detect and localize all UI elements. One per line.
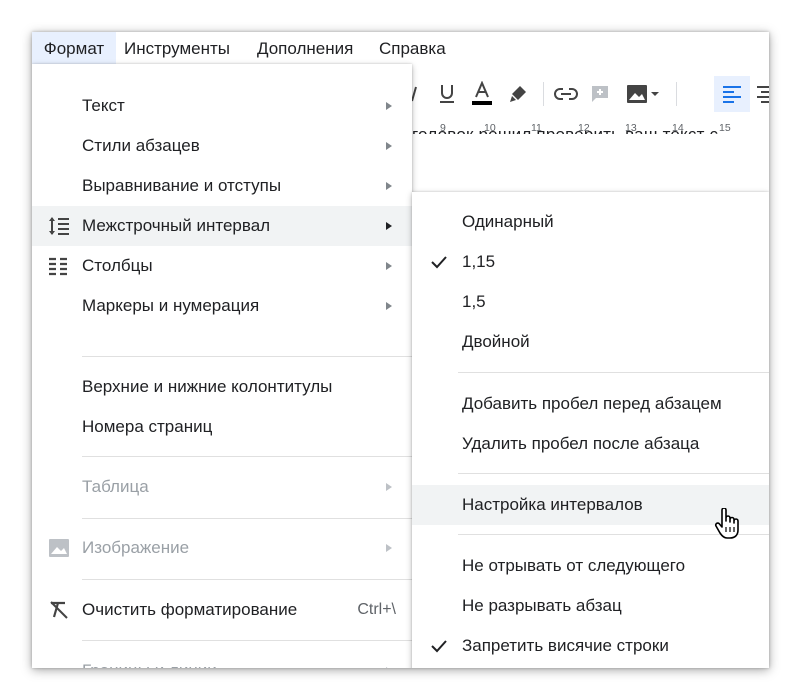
menu-item-label: Одинарный (462, 212, 554, 231)
toolbar (411, 76, 769, 112)
menu-item-label: Стили абзацев (82, 136, 200, 155)
menu-item-text[interactable]: Текст (32, 86, 412, 126)
ruler-tick: 15 (719, 122, 731, 134)
menu-item-label: Выравнивание и отступы (82, 176, 282, 195)
menu-item-label: 1,15 (462, 252, 496, 271)
clear-formatting-icon (48, 600, 70, 620)
menu-item-label: Текст (82, 96, 125, 115)
submenu-arrow-icon (386, 667, 392, 668)
text-color-icon[interactable] (466, 76, 498, 112)
menu-item-label: Очистить форматирование (82, 600, 298, 619)
menu-item-label: Не отрывать от следующего (462, 556, 686, 575)
menu-item-table: Таблица (32, 467, 412, 507)
shortcut-label: Ctrl+\ (357, 601, 396, 618)
menu-item-label: Границы и линии (82, 651, 217, 668)
menu-item-label: Маркеры и нумерация (82, 296, 260, 315)
menu-separator (82, 579, 412, 580)
menu-addons[interactable]: Дополнения (257, 32, 353, 64)
align-center-icon[interactable] (750, 76, 769, 112)
hand-pointer-cursor-icon (714, 507, 740, 540)
menu-item-label: Верхние и нижние колонтитулы (82, 377, 333, 396)
columns-icon (48, 256, 70, 276)
spacing-option-double[interactable]: Двойной (412, 322, 769, 362)
submenu-arrow-icon (386, 302, 392, 310)
menu-item-page-numbers[interactable]: Номера страниц (32, 407, 412, 447)
menu-separator (458, 473, 769, 474)
docs-window: Формат Инструменты Дополнения Справка 9 … (32, 32, 769, 668)
menu-separator (82, 456, 412, 457)
menu-separator (458, 372, 769, 373)
menu-item-label: Добавить пробел перед абзацем (462, 394, 722, 413)
menu-item-label: Двойной (462, 332, 530, 351)
spacing-option-1-15[interactable]: 1,15 (412, 242, 769, 282)
menu-item-label: Таблица (82, 477, 149, 496)
menu-item-clear-formatting[interactable]: Очистить форматирование Ctrl+\ (32, 590, 412, 630)
menu-item-label: Не разрывать абзац (462, 596, 622, 615)
submenu-arrow-icon (386, 483, 392, 491)
line-spacing-submenu: Одинарный 1,15 1,5 Двойной Добавить проб… (412, 192, 769, 668)
underline-icon[interactable] (432, 76, 462, 112)
spacing-option-1-5[interactable]: 1,5 (412, 282, 769, 322)
submenu-arrow-icon (386, 102, 392, 110)
menu-separator (82, 518, 412, 519)
checkmark-icon (430, 638, 448, 654)
highlight-pen-icon[interactable] (502, 76, 534, 112)
menu-tools[interactable]: Инструменты (124, 32, 230, 64)
menu-item-label: Изображение (82, 538, 190, 557)
menu-item-label: Настройка интервалов (462, 495, 643, 514)
add-comment-icon[interactable] (586, 76, 614, 112)
menu-item-line-spacing[interactable]: Межстрочный интервал (32, 206, 412, 246)
prevent-widow-lines-option[interactable]: Запретить висячие строки (412, 626, 769, 666)
menu-item-label: Запретить висячие строки (462, 636, 669, 655)
menu-item-image: Изображение (32, 528, 412, 568)
image-icon (48, 538, 70, 558)
add-space-before-paragraph[interactable]: Добавить пробел перед абзацем (412, 384, 769, 424)
checkmark-icon (430, 254, 448, 270)
menu-item-label: Удалить пробел после абзаца (462, 434, 700, 453)
menu-item-label: Номера страниц (82, 417, 213, 436)
submenu-arrow-icon (386, 182, 392, 190)
remove-space-after-paragraph[interactable]: Удалить пробел после абзаца (412, 424, 769, 464)
submenu-arrow-icon (386, 544, 392, 552)
menu-item-label: Межстрочный интервал (82, 216, 271, 235)
keep-with-next-option[interactable]: Не отрывать от следующего (412, 546, 769, 586)
submenu-arrow-icon (386, 222, 392, 230)
menu-format[interactable]: Формат (32, 32, 116, 64)
keep-lines-together-option[interactable]: Не разрывать абзац (412, 586, 769, 626)
link-icon[interactable] (548, 76, 584, 112)
menu-item-align-indent[interactable]: Выравнивание и отступы (32, 166, 412, 206)
menu-help[interactable]: Справка (379, 32, 446, 64)
toolbar-divider (676, 82, 677, 106)
menu-item-label: Столбцы (82, 256, 153, 275)
format-menu: Текст Стили абзацев Выравнивание и отсту… (32, 64, 412, 668)
toolbar-divider (543, 82, 544, 106)
insert-image-icon[interactable] (622, 76, 664, 112)
menu-separator (82, 356, 412, 357)
menu-item-borders-lines: Границы и линии (32, 651, 412, 668)
submenu-arrow-icon (386, 262, 392, 270)
line-spacing-icon (48, 216, 70, 236)
menu-item-columns[interactable]: Столбцы (32, 246, 412, 286)
menu-item-bullets-numbering[interactable]: Маркеры и нумерация (32, 286, 412, 326)
align-left-icon[interactable] (714, 76, 750, 112)
menu-item-headers-footers[interactable]: Верхние и нижние колонтитулы (32, 367, 412, 407)
menubar: Формат Инструменты Дополнения Справка (32, 32, 769, 64)
spacing-option-single[interactable]: Одинарный (412, 202, 769, 242)
menu-item-label: 1,5 (462, 292, 486, 311)
menu-separator (82, 640, 412, 641)
menu-item-paragraph-styles[interactable]: Стили абзацев (32, 126, 412, 166)
submenu-arrow-icon (386, 142, 392, 150)
